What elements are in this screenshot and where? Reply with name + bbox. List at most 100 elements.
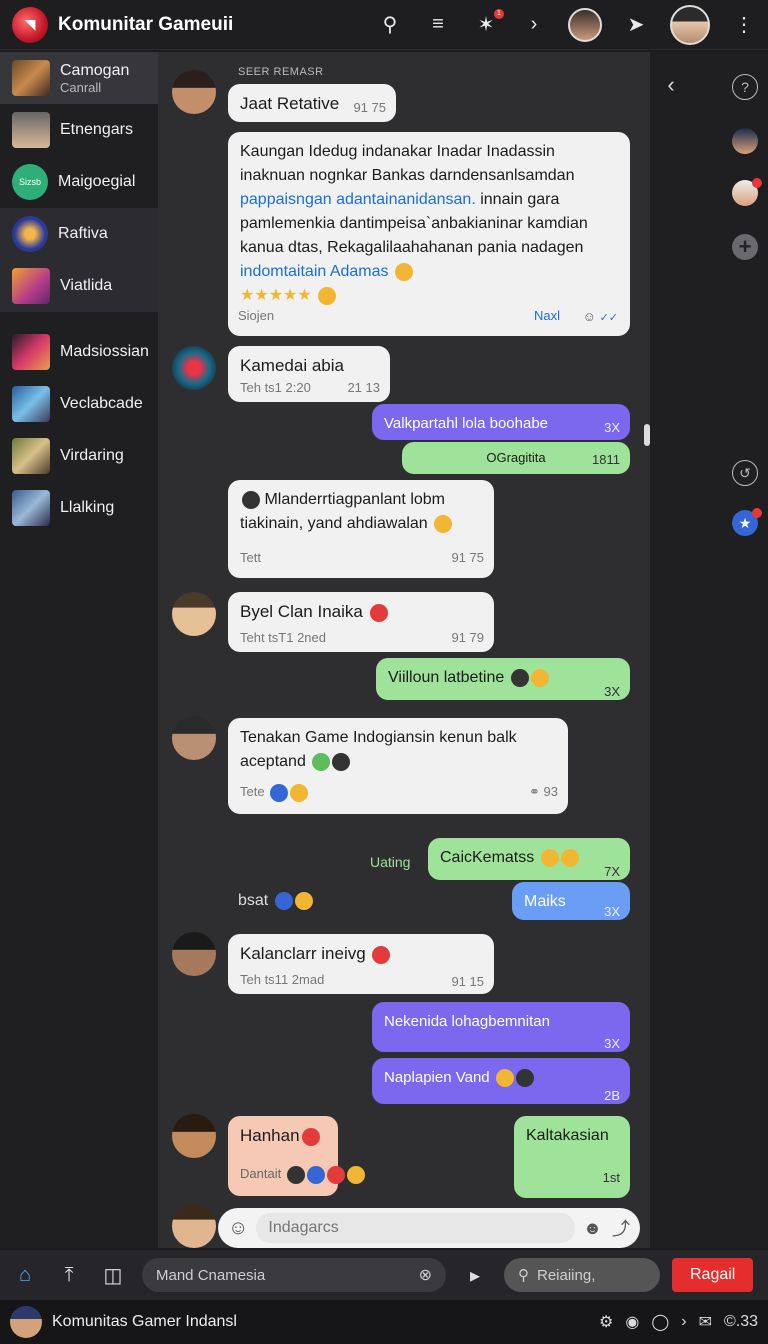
message-time: 1st <box>602 1170 620 1185</box>
message-sub-text: Dantait <box>240 1166 282 1181</box>
message-input[interactable] <box>256 1213 576 1243</box>
message-text: aceptand <box>240 753 306 770</box>
emoji-icon <box>270 783 289 802</box>
chevron-right-icon[interactable]: › <box>681 1313 686 1331</box>
close-icon[interactable]: ⊗ <box>419 1265 432 1285</box>
search-icon[interactable]: ⚲ <box>376 11 404 39</box>
avatar[interactable] <box>568 7 602 42</box>
sidebar-item-label: Viatlida <box>60 277 113 294</box>
sidebar-item-madsiossian[interactable]: Madsiossian <box>0 326 158 378</box>
message-text: Nekenida lohagbemnitan <box>384 1013 550 1030</box>
add-icon[interactable]: + <box>732 234 758 260</box>
message-bubble-outgoing: Viilloun latbetine 3X <box>376 658 630 700</box>
avatar[interactable] <box>172 1114 216 1158</box>
share-icon[interactable]: ⤒ <box>54 1260 84 1290</box>
avatar[interactable] <box>732 128 758 154</box>
notification-dot <box>752 508 762 518</box>
chat-panel: SEER REMASR Jaat Retative 91 75 Kaungan … <box>158 52 650 1248</box>
star-icon[interactable]: ★ <box>732 508 762 536</box>
avatar[interactable] <box>172 716 216 760</box>
sidebar-item-veclabcade[interactable]: Veclabcade <box>0 378 158 430</box>
message-bubble-outgoing: CaicKematss 7X <box>428 838 630 880</box>
sidebar-item-raftiva[interactable]: Raftiva <box>0 208 158 260</box>
bottom-search-placeholder: Mand Cnamesia <box>156 1266 266 1284</box>
avatar[interactable] <box>10 1306 42 1338</box>
avatar[interactable] <box>732 178 762 206</box>
sticker-icon[interactable]: ☻ <box>583 1218 602 1239</box>
sidebar-item-viatlida[interactable]: Viatlida <box>0 260 158 312</box>
message-text: Hanhan <box>240 1126 300 1145</box>
message-sub: Dantait <box>240 1162 365 1186</box>
stars-text: ★★★★★ <box>240 287 312 304</box>
attach-icon[interactable]: ⤴ <box>612 1215 630 1241</box>
game-thumbnail: Sizsb <box>12 164 48 200</box>
emoji-icon <box>346 1165 365 1184</box>
avatar[interactable] <box>172 932 216 976</box>
primary-action-button[interactable]: Ragail <box>672 1258 754 1292</box>
emoji-icon <box>290 783 309 802</box>
avatar[interactable] <box>172 1204 216 1248</box>
sidebar-item-llalking[interactable]: Llalking <box>0 482 158 534</box>
bottom-search-field[interactable]: Mand Cnamesia ⊗ <box>142 1258 446 1292</box>
status-time: ©.33 <box>723 1313 758 1330</box>
emoji-icon <box>372 945 391 964</box>
info-icon[interactable]: ↺ <box>732 460 758 486</box>
typing-text: bsat <box>238 892 269 910</box>
game-thumbnail <box>12 334 50 370</box>
top-bar: ◥ Komunitar Gameuii ⚲ ≡ ✶ 1 › ➤ ⋮ <box>0 0 768 50</box>
inbox-icon[interactable]: ✉ <box>699 1312 712 1332</box>
sidebar-item-label: Madsiossian <box>60 343 149 360</box>
sidebar-item-maigoegial[interactable]: Sizsb Maigoegial <box>0 156 158 208</box>
profile-avatar[interactable] <box>670 4 710 45</box>
send-icon[interactable]: ➤ <box>622 11 650 39</box>
chat-search-icon: ⚲ <box>518 1267 529 1284</box>
bottom-toolbar: ⌂ ⤒ ◫ Mand Cnamesia ⊗ ▸ ⚲ Reiaiing, Raga… <box>0 1250 768 1300</box>
sidebar-item-camogan[interactable]: Camogan Canrall <box>0 52 158 104</box>
message-link[interactable]: indomtaitain Adamas <box>240 263 389 280</box>
chevron-left-icon[interactable]: ‹ <box>658 72 684 98</box>
more-vertical-icon[interactable]: ⋮ <box>730 11 758 39</box>
message-bubble: Mlanderrtiagpanlant lobm tiakinain, yand… <box>228 480 494 578</box>
chevron-right-icon[interactable]: › <box>520 11 548 39</box>
message-time: 91 15 <box>451 974 484 989</box>
message-line: Hanhan <box>240 1124 326 1148</box>
message-link[interactable]: pappaisngan adantainanidansan. <box>240 191 476 208</box>
sidebar-item-etnengars[interactable]: Etnengars <box>0 104 158 156</box>
emoji-icon <box>394 262 413 281</box>
message-time: 21 13 <box>347 380 380 395</box>
emoji-picker-icon[interactable]: ☺ <box>228 1217 248 1240</box>
filter-icon[interactable]: ≡ <box>424 11 452 39</box>
message-text: CaicKematss <box>440 849 535 866</box>
emoji-icon <box>560 848 579 867</box>
message-time: 7X <box>604 864 620 879</box>
forward-icon[interactable]: ▸ <box>460 1260 490 1290</box>
message-text: Kamedai abia <box>240 356 344 375</box>
avatar[interactable] <box>172 70 216 114</box>
avatar[interactable] <box>172 346 216 390</box>
emoji-icon <box>369 603 388 622</box>
emoji-icon <box>301 1127 320 1146</box>
sidebar-item-virdaring[interactable]: Virdaring <box>0 430 158 482</box>
settings-icon[interactable]: ⚙ <box>599 1312 613 1332</box>
message-sub: Tett <box>240 550 261 565</box>
home-icon[interactable]: ⌂ <box>10 1260 40 1290</box>
message-line: pappaisngan adantainanidansan. innain ga… <box>240 188 618 212</box>
help-icon[interactable]: ? <box>732 74 758 100</box>
message-line: inaknuan nognkar Bankas darndensanlsamda… <box>240 167 575 184</box>
avatar[interactable] <box>172 592 216 636</box>
panel-icon[interactable]: ◫ <box>98 1260 128 1290</box>
emoji-icon <box>326 1165 345 1184</box>
secondary-field[interactable]: ⚲ Reiaiing, <box>504 1258 660 1292</box>
sidebar: Camogan Canrall Etnengars Sizsb Maigoegia… <box>0 52 158 1248</box>
message-text: OGragitita <box>486 450 546 465</box>
game-thumbnail <box>12 386 50 422</box>
chat-icon[interactable]: ◯ <box>651 1312 669 1332</box>
emoji-icon <box>515 1069 534 1088</box>
message-sub: Teh ts11 2mad <box>240 972 325 987</box>
sidebar-item-label: Virdaring <box>60 447 124 464</box>
network-icon[interactable]: ✶ 1 <box>472 8 504 39</box>
notification-dot: 1 <box>494 8 504 19</box>
section-label: SEER REMASR <box>238 66 324 78</box>
camera-icon[interactable]: ◉ <box>625 1312 639 1332</box>
message-footer-right[interactable]: Naxl <box>534 304 560 328</box>
